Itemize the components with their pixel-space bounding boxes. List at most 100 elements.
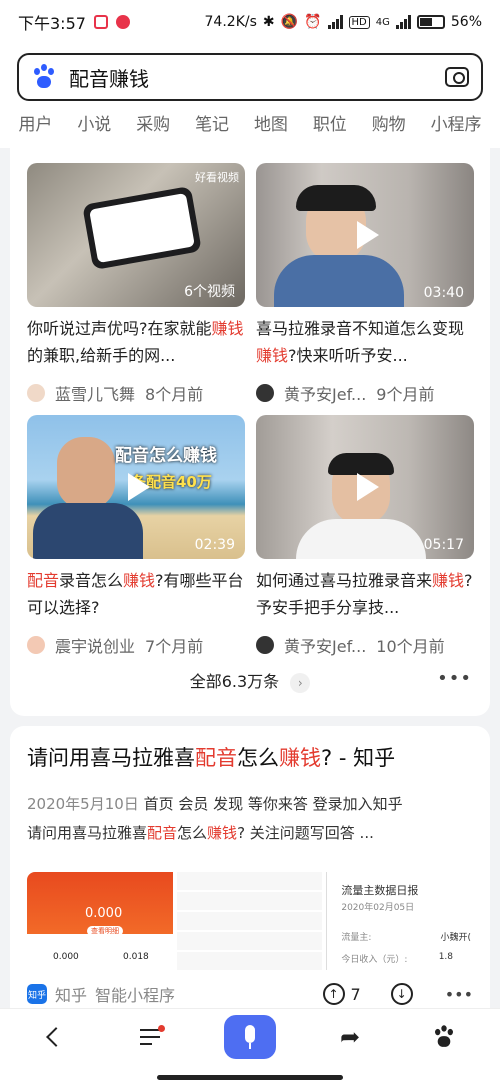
tab-users[interactable]: 用户 xyxy=(18,110,52,135)
tab-mini-programs[interactable]: 小程序 xyxy=(431,110,482,135)
results-feed: 好看视频 6个视频 你听说过声优吗?在家就能赚钱的兼职,给新手的网... 蓝雪儿… xyxy=(0,148,500,1008)
avatar xyxy=(27,384,45,402)
result-image[interactable] xyxy=(176,872,323,970)
result-images[interactable]: 0.000 查看明细 0.000 0.018 流量主数据日报 2020年02月0… xyxy=(27,872,473,970)
person-face xyxy=(57,437,115,509)
baidu-home-button[interactable] xyxy=(424,1021,464,1053)
small-value-1: 0.000 xyxy=(53,952,79,962)
tab-purchase[interactable]: 采购 xyxy=(136,110,170,135)
video-time: 10个月前 xyxy=(376,637,445,656)
camera-icon[interactable] xyxy=(445,67,469,87)
video-duration: 05:17 xyxy=(423,537,464,553)
play-icon[interactable] xyxy=(116,467,156,507)
network-type: 4G xyxy=(375,16,390,28)
video-title[interactable]: 你听说过声优吗?在家就能赚钱的兼职,给新手的网... xyxy=(27,315,245,371)
result-footer: 知乎 知乎 智能小程序 ↑ 7 ↓ ••• xyxy=(27,982,473,1006)
result-snippet: 2020年5月10日 首页 会员 发现 等你来答 登录加入知乎 请问用喜马拉雅喜… xyxy=(27,795,403,842)
video-results-card: 好看视频 6个视频 你听说过声优吗?在家就能赚钱的兼职,给新手的网... 蓝雪儿… xyxy=(10,148,490,716)
watermark-label: 好看视频 xyxy=(195,171,239,184)
menu-icon xyxy=(140,1025,165,1045)
video-time: 9个月前 xyxy=(376,385,435,404)
report-title: 流量主数据日报 xyxy=(341,884,419,897)
microphone-stand xyxy=(249,1043,251,1049)
tab-notes[interactable]: 笔记 xyxy=(195,110,229,135)
more-options-icon[interactable]: ••• xyxy=(445,985,473,1004)
back-icon xyxy=(46,1027,66,1047)
video-item[interactable]: 05:17 如何通过喜马拉雅录音来赚钱?予安手把手分享技... 黄予安Jef..… xyxy=(256,415,474,657)
mute-icon: 🔕 xyxy=(280,14,299,30)
video-item[interactable]: 03:40 喜马拉雅录音不知道怎么变现赚钱?快来听听予安... 黄予安Jef..… xyxy=(256,163,474,405)
report-date: 2020年02月05日 xyxy=(341,903,415,913)
result-source[interactable]: 知乎 xyxy=(55,982,87,1006)
small-value-2: 0.018 xyxy=(123,952,149,962)
video-meta: 黄予安Jef... 10个月前 xyxy=(256,633,474,657)
tab-novels[interactable]: 小说 xyxy=(77,110,111,135)
phone-image xyxy=(82,185,202,271)
play-icon[interactable] xyxy=(345,467,385,507)
video-duration: 03:40 xyxy=(423,285,464,301)
signal-icon xyxy=(327,15,343,29)
person-body xyxy=(274,255,404,307)
voice-search-button[interactable] xyxy=(224,1015,276,1059)
video-item[interactable]: 好看视频 6个视频 你听说过声优吗?在家就能赚钱的兼职,给新手的网... 蓝雪儿… xyxy=(27,163,245,405)
video-thumbnail[interactable]: 好看视频 6个视频 xyxy=(27,163,245,307)
share-icon: ➦ xyxy=(339,1023,361,1051)
video-time: 7个月前 xyxy=(145,637,204,656)
video-author[interactable]: 黄予安Jef... xyxy=(284,381,366,405)
report-owner-label: 流量主: xyxy=(341,933,372,943)
result-date: 2020年5月10日 xyxy=(27,795,139,813)
video-duration: 02:39 xyxy=(194,537,235,553)
video-thumbnail[interactable]: 配音怎么赚钱 条配音40万 02:39 xyxy=(27,415,245,559)
tab-map[interactable]: 地图 xyxy=(254,110,288,135)
battery-icon xyxy=(416,15,445,29)
video-author[interactable]: 震宇说创业 xyxy=(55,633,135,657)
tab-jobs[interactable]: 职位 xyxy=(313,110,347,135)
video-title[interactable]: 喜马拉雅录音不知道怎么变现赚钱?快来听听予安... xyxy=(256,315,474,371)
baidu-paw-icon xyxy=(432,1025,455,1048)
microphone-icon xyxy=(245,1025,255,1043)
video-item[interactable]: 配音怎么赚钱 条配音40万 02:39 配音录音怎么赚钱?有哪些平台可以选择? … xyxy=(27,415,245,657)
video-title[interactable]: 如何通过喜马拉雅录音来赚钱?予安手把手分享技... xyxy=(256,567,474,623)
result-image[interactable]: 流量主数据日报 2020年02月05日 流量主: 小魏开( 今日收入（元）: 1… xyxy=(326,872,473,970)
result-image[interactable]: 0.000 查看明细 0.000 0.018 xyxy=(27,872,173,970)
video-meta: 蓝雪儿飞舞 8个月前 xyxy=(27,381,245,405)
app-dot-icon xyxy=(115,15,130,29)
network-speed: 74.2K/s xyxy=(204,14,257,30)
signal-icon-2 xyxy=(395,15,411,29)
bottom-navigation: ➦ xyxy=(0,1008,500,1083)
avatar xyxy=(256,636,274,654)
alarm-icon: ⏰ xyxy=(304,14,322,30)
play-icon[interactable] xyxy=(345,215,385,255)
person-hair xyxy=(296,185,376,211)
video-thumbnail[interactable]: 03:40 xyxy=(256,163,474,307)
video-title[interactable]: 配音录音怎么赚钱?有哪些平台可以选择? xyxy=(27,567,245,623)
menu-button[interactable] xyxy=(130,1021,170,1053)
zhihu-logo-icon: 知乎 xyxy=(27,984,47,1004)
upvote-icon[interactable]: ↑ xyxy=(322,983,345,1005)
view-all-videos[interactable]: 全部6.3万条 › xyxy=(10,668,490,693)
result-title[interactable]: 请问用喜马拉雅喜配音怎么赚钱? - 知乎 xyxy=(27,742,395,772)
battery-level: 56% xyxy=(450,14,482,30)
chevron-right-icon: › xyxy=(290,673,311,693)
details-button: 查看明细 xyxy=(87,926,123,936)
search-result-card[interactable]: 请问用喜马拉雅喜配音怎么赚钱? - 知乎 2020年5月10日 首页 会员 发现… xyxy=(10,726,490,1008)
baidu-paw-icon xyxy=(31,64,57,90)
video-author[interactable]: 蓝雪儿飞舞 xyxy=(55,381,135,405)
more-options-icon[interactable]: ••• xyxy=(437,668,472,689)
earnings-value: 0.000 xyxy=(85,906,123,921)
avatar xyxy=(27,636,45,654)
search-input[interactable]: 配音赚钱 xyxy=(69,63,149,92)
search-box[interactable]: 配音赚钱 xyxy=(17,53,483,101)
downvote-icon[interactable]: ↓ xyxy=(390,983,413,1005)
search-header: 配音赚钱 用户 小说 采购 笔记 地图 职位 购物 小程序 xyxy=(0,44,500,148)
video-thumbnail[interactable]: 05:17 xyxy=(256,415,474,559)
home-indicator[interactable] xyxy=(157,1075,343,1080)
status-bar: 下午3:57 74.2K/s ✱ 🔕 ⏰ HD 4G 56% xyxy=(0,0,500,44)
video-meta: 黄予安Jef... 9个月前 xyxy=(256,381,474,405)
upvote-count: 7 xyxy=(350,984,361,1004)
tab-shopping[interactable]: 购物 xyxy=(372,110,406,135)
back-button[interactable] xyxy=(36,1021,76,1053)
share-button[interactable]: ➦ xyxy=(330,1021,370,1053)
video-author[interactable]: 黄予安Jef... xyxy=(284,633,366,657)
video-time: 8个月前 xyxy=(145,385,204,404)
